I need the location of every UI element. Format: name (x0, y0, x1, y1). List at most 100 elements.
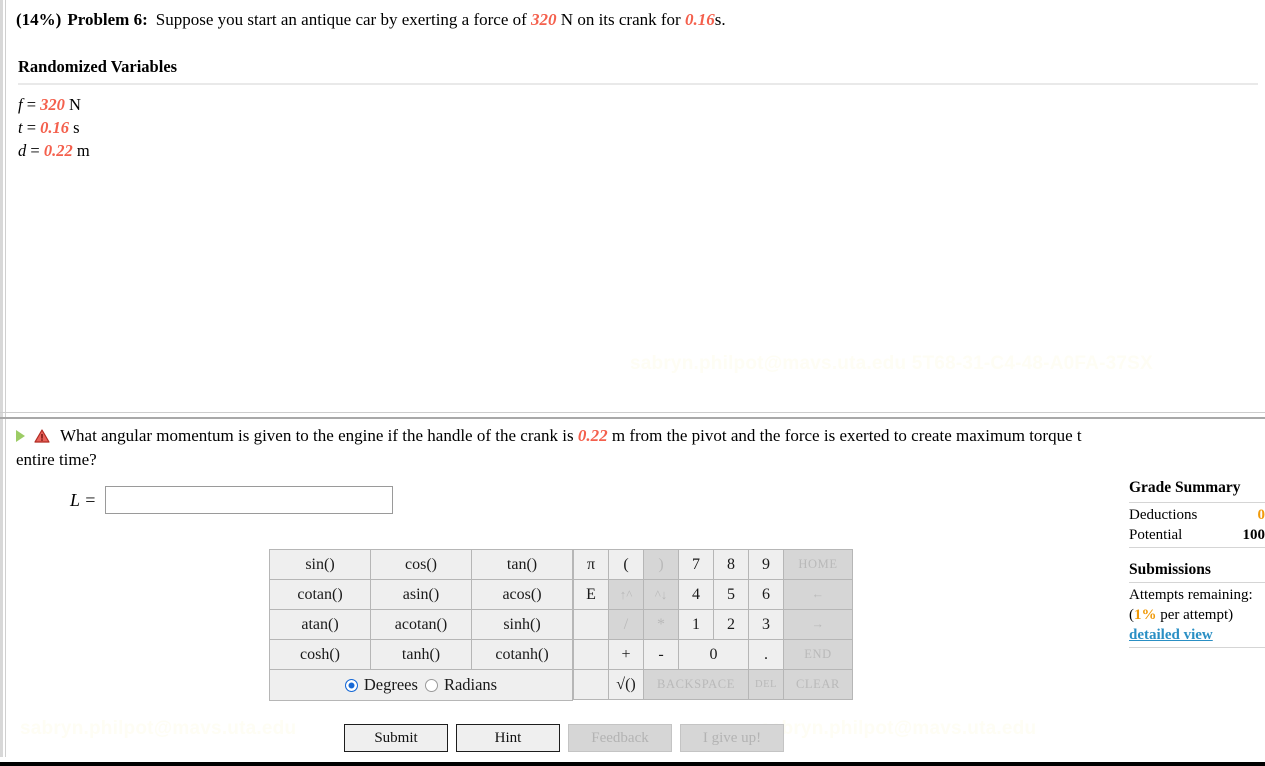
radio-radians-indicator[interactable] (424, 678, 438, 692)
radio-degrees-label: Degrees (363, 675, 418, 694)
variable-equals: = (26, 95, 37, 114)
problem-text-mid: N on its crank for (560, 10, 681, 29)
table-row: cotan() asin() acos() (269, 579, 573, 610)
potential-label: Potential (1129, 527, 1183, 543)
variable-row: d = 0.22 m (18, 139, 1258, 162)
key-asin[interactable]: asin() (370, 579, 472, 610)
watermark: sabryn.philpot@mavs.uta.edu (20, 718, 297, 739)
key-plus[interactable]: + (608, 639, 644, 670)
play-icon[interactable] (16, 430, 25, 442)
key-paren-open[interactable]: ( (608, 549, 644, 580)
detailed-view-link[interactable]: detailed view (1129, 625, 1265, 645)
table-row: cosh() tanh() cotanh() (269, 639, 573, 670)
key-1[interactable]: 1 (678, 609, 714, 640)
table-row: π ( ) 7 8 9 HOME (573, 549, 853, 580)
angle-mode-row: Degrees Radians (269, 669, 573, 701)
per-attempt-suffix: per attempt) (1156, 607, 1234, 623)
force-value: 320 (531, 10, 557, 29)
submit-button[interactable]: Submit (344, 724, 448, 752)
key-7[interactable]: 7 (678, 549, 714, 580)
key-arrow-right: → (783, 609, 853, 640)
key-8[interactable]: 8 (713, 549, 749, 580)
key-blank (573, 639, 609, 670)
feedback-button: Feedback (568, 724, 672, 752)
key-blank (573, 609, 609, 640)
grade-summary-panel: Grade Summary Deductions 0 Potential 100… (1129, 478, 1265, 650)
key-divide: / (608, 609, 644, 640)
variable-equals: = (30, 141, 40, 160)
key-acos[interactable]: acos() (471, 579, 573, 610)
warning-icon (34, 429, 50, 443)
variable-row: f = 320 N (18, 93, 1258, 116)
key-clear: CLEAR (783, 669, 853, 700)
key-5[interactable]: 5 (713, 579, 749, 610)
divider (1129, 502, 1265, 503)
table-row: √() BACKSPACE DEL CLEAR (573, 669, 853, 700)
key-cosh[interactable]: cosh() (269, 639, 371, 670)
table-row: / * 1 2 3 → (573, 609, 853, 640)
variable-unit: s (73, 118, 80, 137)
key-blank (573, 669, 609, 700)
potential-row: Potential 100 (1129, 525, 1265, 545)
key-6[interactable]: 6 (748, 579, 784, 610)
radio-degrees-indicator[interactable] (344, 678, 358, 692)
table-row: + - 0 . END (573, 639, 853, 670)
question-text-part2: m from the pivot and the force is exerte… (611, 426, 1082, 445)
key-pi[interactable]: π (573, 549, 609, 580)
key-0[interactable]: 0 (678, 639, 749, 670)
key-9[interactable]: 9 (748, 549, 784, 580)
radio-degrees[interactable]: Degrees (344, 675, 418, 695)
key-acotan[interactable]: acotan() (370, 609, 472, 640)
give-up-button: I give up! (680, 724, 784, 752)
question-section: What angular momentum is given to the en… (8, 424, 1265, 472)
answer-input[interactable] (105, 486, 394, 514)
key-tan[interactable]: tan() (471, 549, 573, 580)
potential-value: 100 (1242, 527, 1265, 543)
key-decimal[interactable]: . (748, 639, 784, 670)
key-backspace: BACKSPACE (643, 669, 749, 700)
time-value: 0.16 (684, 10, 715, 29)
numeric-pad: π ( ) 7 8 9 HOME E ↑^ ^↓ 4 5 6 ← / * 1 2… (573, 549, 853, 700)
key-sin[interactable]: sin() (269, 549, 371, 580)
radio-radians[interactable]: Radians (424, 675, 497, 695)
key-minus[interactable]: - (643, 639, 679, 670)
problem-number: Problem 6: (67, 10, 148, 29)
key-e[interactable]: E (573, 579, 609, 610)
trig-function-pad: sin() cos() tan() cotan() asin() acos() … (269, 549, 573, 701)
key-4[interactable]: 4 (678, 579, 714, 610)
key-cos[interactable]: cos() (370, 549, 472, 580)
key-2[interactable]: 2 (713, 609, 749, 640)
key-home: HOME (783, 549, 853, 580)
problem-statement: (14%) Problem 6: Suppose you start an anti… (8, 4, 1258, 38)
answer-row: L = (70, 486, 394, 514)
section-divider (0, 417, 1265, 419)
key-3[interactable]: 3 (748, 609, 784, 640)
calculator-keypad: sin() cos() tan() cotan() asin() acos() … (269, 549, 853, 701)
key-atan[interactable]: atan() (269, 609, 371, 640)
randomized-variables-section: Randomized Variables f = 320 N t = 0.16 … (8, 52, 1258, 162)
table-row: atan() acotan() sinh() (269, 609, 573, 640)
problem-percent: (14%) (16, 10, 62, 29)
submissions-title: Submissions (1129, 561, 1211, 578)
key-multiply: * (643, 609, 679, 640)
variable-equals: = (26, 118, 37, 137)
randomized-variables-list: f = 320 N t = 0.16 s d = 0.22 m (8, 85, 1258, 162)
deductions-value: 0 (1257, 507, 1265, 523)
key-cotan[interactable]: cotan() (269, 579, 371, 610)
hint-button[interactable]: Hint (456, 724, 560, 752)
variable-value: 0.16 (40, 118, 70, 137)
problem-page: sabryn.philpot@mavs.uta.edu 5T68-31-C4-4… (0, 0, 1265, 766)
question-text-line2: entire time? (16, 450, 97, 469)
problem-text-end: s. (714, 10, 726, 29)
left-border-rule (0, 0, 3, 757)
key-tanh[interactable]: tanh() (370, 639, 472, 670)
randomized-variables-title: Randomized Variables (18, 57, 178, 76)
watermark: sabryn.philpot@mavs.uta.edu 5T68-31-C4-4… (630, 353, 1153, 374)
watermark: sabryn.philpot@mavs.uta.edu (760, 718, 1037, 739)
key-sqrt[interactable]: √() (608, 669, 644, 700)
key-cotanh[interactable]: cotanh() (471, 639, 573, 670)
problem-text-intro: Suppose you start an antique car by exer… (155, 10, 527, 29)
deductions-row: Deductions 0 (1129, 505, 1265, 525)
key-sinh[interactable]: sinh() (471, 609, 573, 640)
key-superscript-up: ↑^ (608, 579, 644, 610)
